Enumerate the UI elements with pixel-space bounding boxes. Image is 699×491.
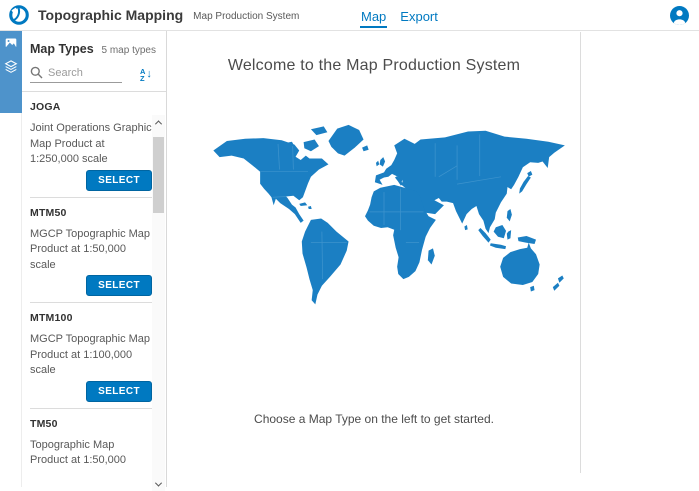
scroll-up-button[interactable] (152, 115, 165, 129)
panel-title: Map Types (30, 42, 94, 56)
user-avatar-icon[interactable] (670, 6, 689, 25)
map-panel-icon[interactable] (0, 31, 22, 55)
nav-tab-export[interactable]: Export (399, 3, 439, 28)
chevron-down-icon (155, 479, 162, 486)
map-type-description: MGCP Topographic Map Product at 1:100,00… (30, 332, 152, 379)
scroll-down-button[interactable] (152, 477, 165, 491)
nav-tab-map[interactable]: Map (360, 3, 387, 28)
sidebar-scrollbar[interactable] (152, 115, 165, 491)
sort-a-z-icon[interactable]: AZ ↓ (140, 68, 152, 82)
select-button[interactable]: SELECT (86, 170, 152, 191)
map-type-description: Joint Operations Graphic Map Product at … (30, 121, 152, 168)
chevron-up-icon (155, 120, 162, 127)
app-subtitle: Map Production System (193, 11, 299, 22)
map-type-description: Topographic Map Product at 1:50,000 scal… (30, 438, 152, 469)
tool-strip-highlight (0, 31, 22, 113)
map-type-name: MTM50 (30, 204, 152, 219)
map-type-name: MTM100 (30, 309, 152, 324)
main-area: Welcome to the Map Production System (167, 31, 699, 487)
map-types-panel: Map Types 5 map types AZ ↓ JOGA Joint Op… (22, 31, 167, 487)
main-right-divider (580, 32, 581, 473)
top-nav: Map Export (360, 0, 439, 31)
list-item-tm50: TM50 Topographic Map Product at 1:50,000… (30, 409, 152, 469)
scrollbar-thumb[interactable] (153, 137, 164, 213)
welcome-panel: Welcome to the Map Production System (167, 31, 581, 487)
list-item-joga: JOGA Joint Operations Graphic Map Produc… (30, 92, 152, 198)
select-button[interactable]: SELECT (86, 381, 152, 402)
search-input[interactable] (48, 67, 122, 79)
map-type-description: MGCP Topographic Map Product at 1:50,000… (30, 227, 152, 274)
map-type-name: TM50 (30, 415, 152, 430)
app-body: Map Types 5 map types AZ ↓ JOGA Joint Op… (0, 31, 699, 487)
search-row: AZ ↓ (22, 56, 166, 83)
world-map (201, 122, 567, 312)
app-header: Topographic Mapping Map Production Syste… (0, 0, 699, 31)
map-type-name: JOGA (30, 98, 152, 113)
map-type-list: JOGA Joint Operations Graphic Map Produc… (22, 92, 166, 468)
map-type-count: 5 map types (102, 45, 156, 56)
get-started-hint: Choose a Map Type on the left to get sta… (167, 412, 581, 426)
list-item-mtm50: MTM50 MGCP Topographic Map Product at 1:… (30, 198, 152, 304)
welcome-title: Welcome to the Map Production System (167, 31, 581, 75)
search-box[interactable] (30, 66, 122, 83)
map-types-header: Map Types 5 map types (22, 31, 166, 56)
app-title: Topographic Mapping (38, 7, 183, 23)
list-item-mtm100: MTM100 MGCP Topographic Map Product at 1… (30, 303, 152, 409)
search-icon (30, 66, 43, 79)
select-button[interactable]: SELECT (86, 275, 152, 296)
layers-icon[interactable] (0, 55, 22, 79)
globe-logo-icon (8, 4, 30, 26)
tool-strip (0, 31, 22, 487)
